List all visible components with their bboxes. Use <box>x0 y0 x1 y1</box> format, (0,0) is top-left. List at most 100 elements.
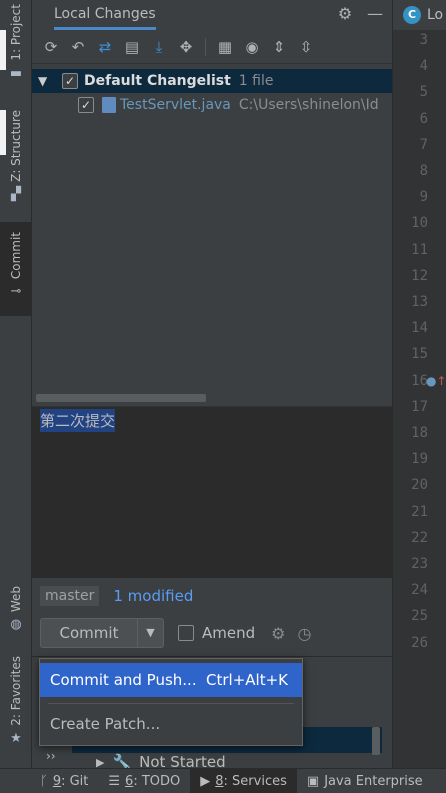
tool-tab-label: 1: Project <box>9 4 23 61</box>
editor-tab-label: Lo <box>427 7 444 23</box>
line-number: 5 <box>419 84 428 101</box>
collapse-all-icon[interactable]: ⇳ <box>295 36 317 58</box>
line-number: 15 <box>411 346 428 363</box>
history-clock-icon[interactable]: ◷ <box>297 624 311 643</box>
commit-message-editor[interactable]: 第二次提交 <box>32 406 392 578</box>
branch-label: master <box>40 586 100 606</box>
line-number: 25 <box>411 608 428 625</box>
commit-message-text: 第二次提交 <box>40 409 116 432</box>
class-icon: C <box>403 6 421 24</box>
settings-gear-icon[interactable]: ⚙ <box>271 624 285 643</box>
line-number: 6 <box>419 110 428 127</box>
line-number: 23 <box>411 556 428 572</box>
menu-item-create-patch[interactable]: Create Patch... <box>40 707 302 741</box>
tool-tab-label: : TODO <box>133 773 181 789</box>
tool-tab-label: : Git <box>61 773 89 789</box>
line-number: 19 <box>411 451 428 468</box>
line-number: 4 <box>419 58 428 75</box>
tool-tab-key: 8 <box>215 773 224 789</box>
rollback-icon[interactable]: ↶ <box>67 36 89 58</box>
tool-tab-services[interactable]: ▶ 8: Services <box>190 768 297 793</box>
expand-all-icon[interactable]: ⇕ <box>268 36 290 58</box>
left-tool-strip: 1: Project ▬ Z: Structure ▞ Commit ⊸ Web… <box>0 0 32 768</box>
line-number: 11 <box>411 241 428 258</box>
tool-tab-web[interactable]: Web ◍ <box>0 586 32 632</box>
line-number: 8 <box>419 163 428 179</box>
java-enterprise-icon: ▣ <box>306 773 320 789</box>
refresh-icon[interactable]: ⟳ <box>40 36 62 58</box>
line-number: 7 <box>419 136 428 153</box>
commit-actions: Commit ▼ Amend ⚙ ◷ <box>32 616 392 650</box>
file-row[interactable]: ✓ TestServlet.java C:\Users\shinelon\Id <box>32 93 392 117</box>
commit-button[interactable]: Commit ▼ <box>40 618 164 648</box>
tool-tab-label: 2: Favorites <box>9 656 23 726</box>
menu-item-label: Create Patch... <box>50 715 161 733</box>
line-number: 3 <box>419 32 428 48</box>
menu-item-label: Commit and Push... <box>50 671 197 689</box>
update-icon[interactable]: ⤓ <box>148 36 170 58</box>
menu-item-commit-and-push[interactable]: Commit and Push... Ctrl+Alt+K <box>40 663 302 697</box>
commit-button-label: Commit <box>59 624 119 642</box>
star-icon: ★ <box>10 730 22 746</box>
line-number: 20 <box>411 477 428 494</box>
modified-link[interactable]: 1 modified <box>113 587 193 605</box>
bottom-tool-bar: ᚴ 9: Git ☰ 6: TODO ▶ 8: Services ▣ Java … <box>0 768 446 793</box>
gear-icon[interactable]: ⚙ <box>336 5 354 23</box>
folder-icon: ▬ <box>9 65 23 81</box>
file-checkbox[interactable]: ✓ <box>78 97 94 113</box>
file-name: TestServlet.java <box>120 97 231 113</box>
diff-icon[interactable]: ⇄ <box>94 36 116 58</box>
line-number: 14 <box>411 320 428 337</box>
line-number: 16 <box>411 372 428 389</box>
panel-header: Local Changes ⚙ — <box>32 0 392 30</box>
amend-checkbox[interactable] <box>178 625 194 641</box>
override-marker-icon[interactable]: ●↑ <box>426 374 446 388</box>
tool-tab-label: Z: Structure <box>9 110 23 182</box>
commit-tool-window: Local Changes ⚙ — ⟳ ↶ ⇄ ▤ ⤓ ✥ ▦ ◉ ⇕ ⇳ ▼ … <box>32 0 392 771</box>
tab-local-changes[interactable]: Local Changes <box>54 0 156 30</box>
tool-tab-label: : Services <box>223 773 287 789</box>
tool-tab-label: Web <box>9 586 23 613</box>
changelist-icon[interactable]: ▤ <box>121 36 143 58</box>
changelist-checkbox[interactable]: ✓ <box>62 73 78 89</box>
tool-tab-label: Commit <box>9 232 23 280</box>
line-number: 10 <box>411 215 428 232</box>
editor-area: C Lo 3 4 5 6 7 8 9 10 11 12 13 14 15 16 17 18 19 20 21 22 23… <box>392 0 446 768</box>
expand-arrow-icon[interactable]: ▶ <box>96 756 104 769</box>
group-by-icon[interactable]: ▦ <box>214 36 236 58</box>
tool-tab-commit[interactable]: Commit ⊸ <box>0 222 32 316</box>
horizontal-scrollbar[interactable] <box>36 394 206 402</box>
tool-tab-git[interactable]: ᚴ 9: Git <box>30 769 98 793</box>
shelve-icon[interactable]: ✥ <box>175 36 197 58</box>
toolbar-divider <box>205 37 206 56</box>
preview-icon[interactable]: ◉ <box>241 36 263 58</box>
changes-toolbar: ⟳ ↶ ⇄ ▤ ⤓ ✥ ▦ ◉ ⇕ ⇳ <box>32 30 392 64</box>
tool-tab-project[interactable]: 1: Project ▬ <box>0 4 32 81</box>
line-number: 13 <box>411 294 428 310</box>
line-number: 22 <box>411 529 428 546</box>
tool-tab-favorites[interactable]: 2: Favorites ★ <box>0 656 32 746</box>
structure-icon: ▞ <box>11 186 21 202</box>
changelist-row[interactable]: ▼ ✓ Default Changelist 1 file <box>32 69 392 93</box>
vertical-scrollbar[interactable] <box>372 727 380 755</box>
git-icon: ᚴ <box>40 773 48 789</box>
commit-status-line: master 1 modified <box>32 582 392 610</box>
tool-tab-key: 9 <box>52 773 62 789</box>
tool-tab-java-enterprise[interactable]: ▣ Java Enterprise <box>297 769 433 793</box>
file-path: C:\Users\shinelon\Id <box>238 97 379 113</box>
commit-options-popup: Commit and Push... Ctrl+Alt+K Create Pat… <box>39 658 303 746</box>
globe-icon: ◍ <box>10 617 22 633</box>
tool-tab-structure[interactable]: Z: Structure ▞ <box>0 110 32 202</box>
java-file-icon <box>102 97 116 113</box>
line-number: 24 <box>411 582 428 599</box>
menu-item-shortcut: Ctrl+Alt+K <box>206 671 288 689</box>
tool-tab-todo[interactable]: ☰ 6: TODO <box>98 769 190 793</box>
collapse-chevron-icon[interactable]: ›› <box>46 749 56 763</box>
commit-dropdown-arrow-icon[interactable]: ▼ <box>137 619 163 647</box>
line-number: 12 <box>411 267 428 284</box>
expand-arrow-icon[interactable]: ▼ <box>38 74 54 88</box>
editor-tab[interactable]: C Lo <box>393 0 446 30</box>
changelist-count: 1 file <box>238 73 274 89</box>
minimize-icon[interactable]: — <box>366 5 384 23</box>
menu-separator <box>48 703 294 704</box>
